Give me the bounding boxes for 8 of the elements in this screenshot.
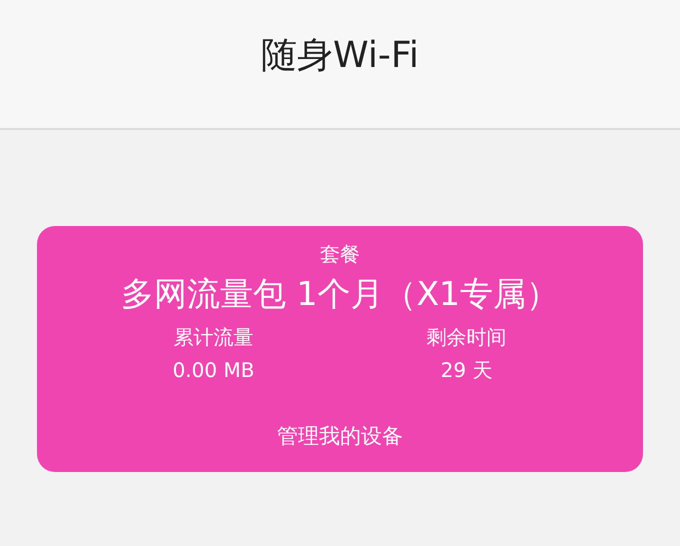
stat-label: 剩余时间	[426, 324, 506, 351]
stat-value: 0.00 MB	[172, 357, 254, 384]
stat-value: 29 天	[440, 357, 492, 384]
stat-label: 累计流量	[174, 324, 254, 351]
manage-devices-link[interactable]: 管理我的设备	[277, 421, 403, 451]
page-title: 随身Wi-Fi	[261, 34, 419, 78]
plan-name: 多网流量包 1个月（X1专属）	[120, 273, 560, 315]
card-heading: 套餐	[320, 241, 360, 268]
